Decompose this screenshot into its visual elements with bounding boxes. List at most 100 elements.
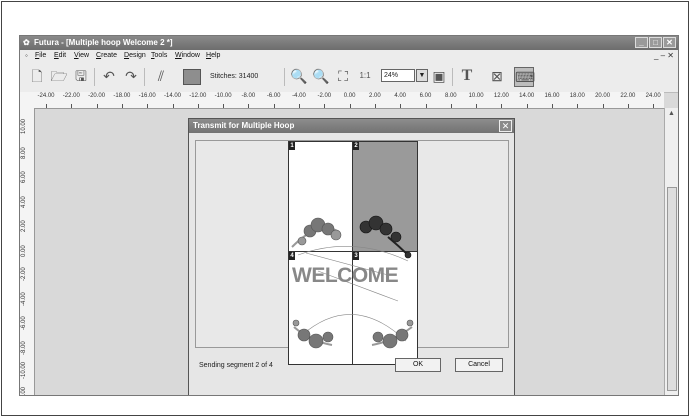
- ruler-tick-label: 8.00: [21, 146, 27, 159]
- ruler-tick: [96, 104, 98, 108]
- ruler-tick-label: -2.00: [317, 93, 332, 99]
- ruler-tick-label: -12.00: [189, 93, 207, 99]
- ruler-tick-label: -24.00: [37, 93, 55, 99]
- ruler-tick-label: -14.00: [163, 93, 182, 99]
- menu-design[interactable]: Design: [124, 50, 146, 62]
- restore-button[interactable]: □: [649, 37, 662, 48]
- menu-view[interactable]: View: [74, 50, 89, 62]
- hoop-icon[interactable]: ▣: [430, 67, 448, 85]
- menu-help[interactable]: Help: [206, 50, 220, 62]
- ruler-tick-label: 24.00: [645, 93, 661, 99]
- save-icon[interactable]: 🖫: [72, 67, 90, 85]
- close-button[interactable]: ✕: [663, 37, 676, 48]
- embroidery-design: [291, 215, 414, 349]
- ruler-tick-label: -18.00: [113, 93, 131, 99]
- ruler-tick: [172, 104, 174, 108]
- ruler-tick: [147, 104, 149, 108]
- ruler-tick: [577, 104, 579, 108]
- document-menu-icon[interactable]: ◦: [25, 50, 28, 62]
- vertical-scrollbar[interactable]: ▲: [664, 108, 678, 395]
- flower-spray-icon: [359, 215, 412, 259]
- app-icon: ✿: [23, 38, 30, 47]
- figure-frame: ✿ Futura - [Multiple hoop Welcome 2 *] _…: [1, 1, 689, 416]
- ruler-tick-label: 20.00: [595, 93, 611, 99]
- flower-spray-icon: [291, 217, 342, 248]
- zoom-dropdown-arrow[interactable]: ▼: [416, 69, 428, 82]
- ruler-tick-label: 12.00: [493, 93, 509, 99]
- ruler-tick-label: -8.00: [241, 93, 256, 99]
- ruler-tick-label: -16.00: [138, 93, 156, 99]
- ruler-tick: [46, 104, 47, 108]
- ruler-tick: [121, 104, 123, 108]
- menu-file[interactable]: File: [35, 50, 46, 62]
- toolbar-separator: [94, 68, 95, 86]
- toolbar-separator: [452, 68, 453, 86]
- ruler-tick: [197, 104, 199, 108]
- new-file-icon[interactable]: 🗋: [28, 67, 46, 85]
- ruler-tick-label: 0.00: [343, 93, 356, 99]
- ruler-tick-label: -6.00: [21, 316, 27, 330]
- ruler-tick-label: 4.00: [394, 93, 407, 99]
- text-tool-icon[interactable]: T: [458, 67, 476, 85]
- ruler-tick: [223, 104, 225, 108]
- cancel-button[interactable]: Cancel: [455, 358, 503, 372]
- ruler-tick: [552, 104, 553, 108]
- ruler-tick-label: -10.00: [21, 361, 27, 379]
- ruler-tick-label: -20.00: [88, 93, 106, 99]
- thread-color-icon[interactable]: ⫽: [152, 67, 170, 85]
- ruler-tick-label: -6.00: [266, 93, 281, 99]
- ruler-tick: [602, 104, 604, 108]
- menu-window[interactable]: Window: [175, 50, 200, 62]
- transmit-dialog: Transmit for Multiple Hoop ✕ 1 2 4 3 WEL…: [188, 118, 515, 395]
- app-window: ✿ Futura - [Multiple hoop Welcome 2 *] _…: [19, 35, 679, 396]
- stitch-count: Stitches: 31400: [210, 73, 259, 80]
- flower-spray-icon: [371, 319, 414, 349]
- ruler-tick: [248, 104, 250, 108]
- ruler-tick-label: 10.00: [468, 93, 484, 99]
- ruler-tick-label: -4.00: [21, 291, 27, 306]
- scroll-up-arrow-icon[interactable]: ▲: [668, 110, 675, 117]
- zoom-select[interactable]: 24%: [381, 69, 415, 82]
- ruler-tick: [400, 104, 402, 108]
- menu-edit[interactable]: Edit: [54, 50, 66, 62]
- window-title: Futura - [Multiple hoop Welcome 2 *]: [34, 38, 173, 47]
- open-folder-icon[interactable]: 🗁: [50, 67, 68, 85]
- stitch-lines: [297, 246, 409, 342]
- ruler-tick: [653, 104, 655, 108]
- ruler-tick-label: -8.00: [21, 340, 27, 355]
- current-color-swatch[interactable]: [183, 69, 201, 85]
- ruler-tick: [501, 104, 503, 108]
- scrollbar-thumb[interactable]: [667, 187, 677, 391]
- ruler-tick: [374, 104, 376, 108]
- ruler-tick: [450, 104, 452, 108]
- ruler-tick-label: 18.00: [569, 93, 585, 99]
- ruler-tick-label: -22.00: [62, 93, 80, 99]
- ruler-corner: [20, 92, 34, 109]
- hoop-preview: 1 2 4 3 WELCOME: [195, 140, 509, 365]
- menu-tools[interactable]: Tools: [151, 50, 167, 62]
- ruler-tick-label: 16.00: [544, 93, 560, 99]
- sewing-machine-icon[interactable]: ⌨: [514, 67, 535, 87]
- zoom-in-icon[interactable]: 🔍: [290, 67, 308, 85]
- redo-icon[interactable]: ↷: [122, 67, 140, 85]
- undo-icon[interactable]: ↶: [100, 67, 118, 85]
- menu-create[interactable]: Create: [96, 50, 117, 62]
- ruler-tick: [71, 104, 73, 108]
- status-text: Sending segment 2 of 4: [199, 362, 273, 369]
- zoom-out-icon[interactable]: 🔍: [312, 67, 330, 85]
- ruler-tick: [627, 104, 629, 108]
- ruler-tick: [324, 104, 326, 108]
- dialog-close-button[interactable]: ✕: [499, 120, 512, 132]
- select-tool-icon[interactable]: ⊠: [488, 67, 506, 85]
- zoom-fit-icon[interactable]: ⛶: [334, 67, 352, 85]
- menu-bar: ◦ File Edit View Create Design Tools Win…: [20, 50, 678, 62]
- ruler-tick: [349, 104, 351, 108]
- ruler-tick: [425, 104, 427, 108]
- ruler-tick-label: 6.00: [419, 93, 432, 99]
- document-window-controls[interactable]: _ ‒ ✕: [654, 50, 674, 62]
- ok-button[interactable]: OK: [395, 358, 441, 372]
- welcome-design-text: WELCOME: [292, 264, 399, 287]
- zoom-actual-size-icon[interactable]: 1:1: [356, 67, 374, 85]
- ruler-tick-label: -4.00: [292, 93, 306, 99]
- minimize-button[interactable]: _: [635, 37, 648, 48]
